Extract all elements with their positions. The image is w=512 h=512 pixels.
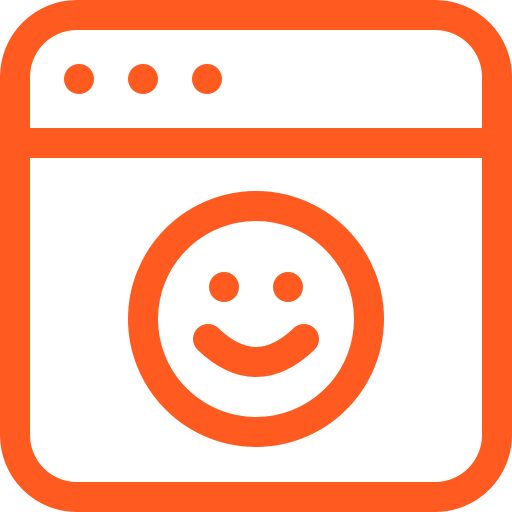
window-control-dot-icon (64, 64, 94, 94)
icon-svg (0, 0, 512, 512)
smiley-mouth (193, 324, 319, 377)
smiley-face-icon (128, 191, 384, 447)
window-control-dot-icon (192, 64, 222, 94)
browser-window-smiley-icon (0, 0, 512, 512)
window-control-dot-icon (128, 64, 158, 94)
smiley-right-eye (273, 272, 303, 302)
smiley-face-outline (128, 191, 384, 447)
smiley-left-eye (209, 272, 239, 302)
